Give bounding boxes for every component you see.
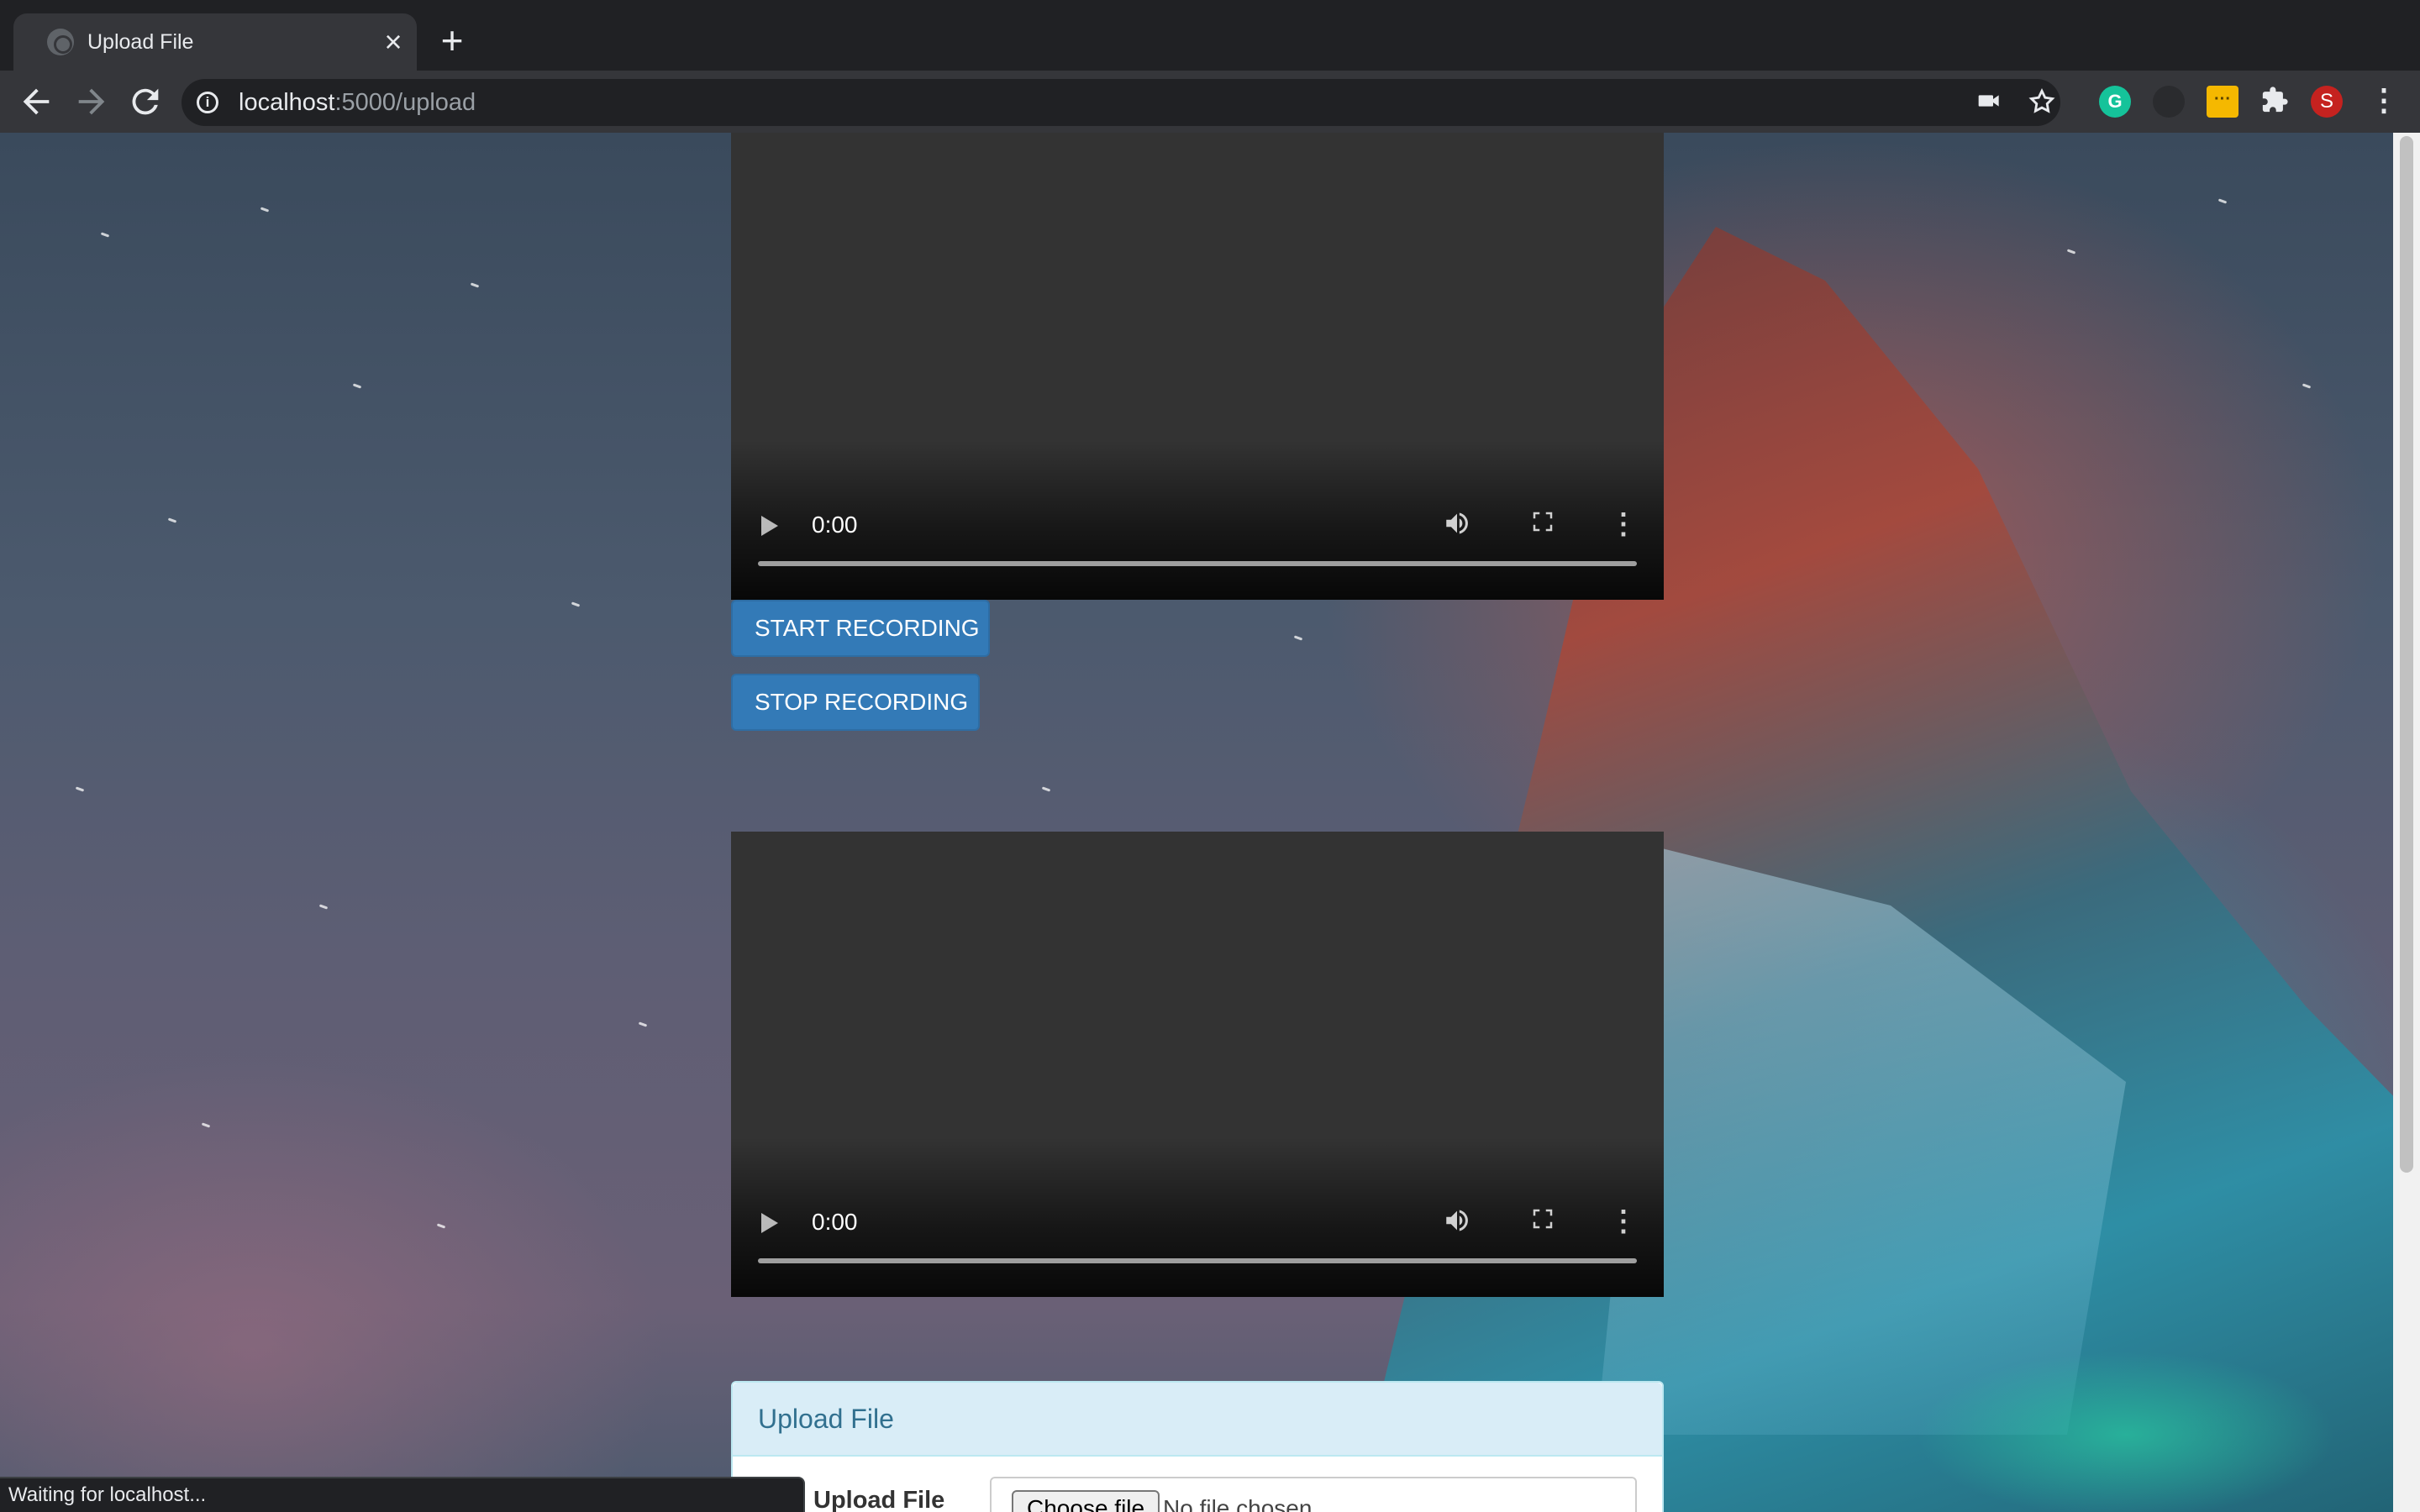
star-decoration (100, 232, 110, 238)
star-decoration (2302, 383, 2312, 389)
upload-panel: Upload File Upload File Choose file No f… (731, 1381, 1664, 1512)
star-decoration (571, 601, 581, 607)
choose-file-button[interactable]: Choose file (1012, 1490, 1160, 1512)
forward-button[interactable] (72, 82, 111, 121)
globe-icon (47, 29, 74, 55)
star-decoration (470, 282, 480, 288)
scrollbar-thumb[interactable] (2400, 136, 2413, 1173)
address-bar[interactable]: i localhost:5000/upload (182, 79, 2060, 126)
tab-title: Upload File (87, 30, 194, 54)
extension-icon[interactable] (2153, 86, 2185, 118)
star-decoration (1293, 635, 1303, 641)
star-decoration (167, 517, 177, 523)
play-icon[interactable] (761, 1213, 778, 1233)
video-controls: 0:00 ⋮ (731, 1137, 1664, 1297)
browser-tab[interactable]: Upload File × (13, 13, 417, 71)
scrollbar[interactable] (2393, 133, 2420, 1512)
kebab-menu-icon[interactable]: ⋮ (2368, 85, 2400, 118)
new-tab-button[interactable]: + (434, 21, 471, 60)
panel-heading: Upload File (733, 1383, 1662, 1457)
video-menu-icon[interactable]: ⋮ (1608, 509, 1639, 539)
video-menu-icon[interactable]: ⋮ (1608, 1206, 1639, 1236)
fullscreen-icon[interactable] (1528, 509, 1558, 539)
url-host: localhost (239, 89, 335, 116)
start-recording-button[interactable]: START RECORDING (731, 600, 990, 657)
grammarly-extension-icon[interactable]: G (2099, 86, 2131, 118)
star-decoration (2217, 198, 2228, 204)
video-progress-bar[interactable] (758, 561, 1637, 566)
url-text[interactable]: localhost:5000/upload (239, 89, 476, 116)
video-player-2[interactable]: 0:00 ⋮ (731, 832, 1664, 1297)
file-status-text: No file chosen (1163, 1495, 1313, 1512)
reload-icon (132, 88, 159, 115)
stop-recording-button[interactable]: STOP RECORDING (731, 674, 980, 731)
status-bubble: Waiting for localhost... (0, 1477, 805, 1512)
star-decoration (638, 1021, 648, 1027)
background-glow (1916, 1351, 2336, 1512)
star-icon[interactable] (2027, 87, 2057, 118)
video-time: 0:00 (812, 1209, 858, 1235)
puzzle-icon[interactable] (2259, 86, 2291, 118)
arrow-left-icon (23, 88, 50, 115)
url-path: :5000/upload (334, 89, 476, 116)
extension-yellow-icon[interactable]: ··· (2207, 86, 2238, 118)
camera-icon[interactable] (1975, 87, 2005, 118)
close-tab-icon[interactable]: × (378, 27, 408, 57)
arrow-right-icon (78, 88, 105, 115)
star-decoration (2066, 249, 2076, 255)
page-viewport: 0:00 ⋮ START RECORDING STOP RECORDING 0:… (0, 133, 2420, 1512)
play-icon[interactable] (761, 516, 778, 536)
video-controls: 0:00 ⋮ (731, 440, 1664, 600)
browser-toolbar: i localhost:5000/upload G ··· S ⋮ (0, 71, 2420, 133)
star-decoration (436, 1223, 446, 1229)
fullscreen-icon[interactable] (1528, 1206, 1558, 1236)
video-player-1[interactable]: 0:00 ⋮ (731, 133, 1664, 600)
back-button[interactable] (17, 82, 55, 121)
file-input[interactable]: Choose file No file chosen (990, 1477, 1637, 1512)
volume-icon[interactable] (1442, 509, 1472, 539)
upload-file-label: Upload File (813, 1487, 945, 1512)
tab-strip: Upload File × + (0, 0, 2420, 71)
profile-avatar[interactable]: S (2311, 86, 2343, 118)
reload-button[interactable] (126, 82, 165, 121)
star-decoration (1041, 786, 1051, 792)
video-time: 0:00 (812, 512, 858, 538)
star-decoration (352, 383, 362, 389)
volume-icon[interactable] (1442, 1206, 1472, 1236)
info-icon[interactable]: i (197, 92, 218, 113)
star-decoration (260, 207, 270, 213)
star-decoration (75, 786, 85, 792)
video-progress-bar[interactable] (758, 1258, 1637, 1263)
star-decoration (201, 1122, 211, 1128)
star-decoration (318, 904, 329, 910)
